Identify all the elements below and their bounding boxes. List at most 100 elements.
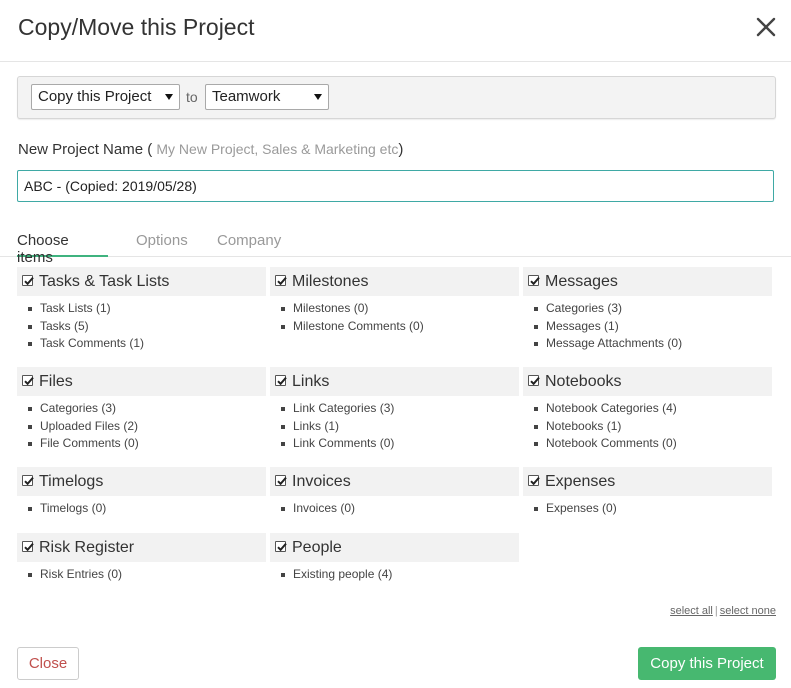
list-item: Risk Entries (0)	[17, 567, 266, 585]
section-title: Messages	[545, 273, 618, 290]
list-item: Notebooks (1)	[523, 419, 772, 437]
checkbox-checked-icon[interactable]	[528, 475, 540, 486]
checkbox-checked-icon[interactable]	[22, 541, 34, 552]
tab-company[interactable]: Company	[217, 232, 281, 257]
close-button[interactable]: Close	[17, 647, 79, 680]
section-title: Notebooks	[545, 373, 622, 390]
section-header[interactable]: Milestones	[270, 267, 519, 296]
tab-options[interactable]: Options	[136, 232, 188, 257]
section-header[interactable]: Notebooks	[523, 367, 772, 396]
list-item: Tasks (5)	[17, 319, 266, 337]
mode-select-value: Copy this Project	[38, 88, 152, 105]
section-item-list: Timelogs (0)	[17, 501, 266, 519]
list-item: Task Comments (1)	[17, 336, 266, 354]
checkbox-checked-icon[interactable]	[275, 275, 287, 286]
section-item-list: Risk Entries (0)	[17, 567, 266, 585]
section-item-list: Milestones (0) Milestone Comments (0)	[270, 301, 519, 336]
target-select-value: Teamwork	[212, 88, 281, 105]
section-item-list: Link Categories (3) Links (1) Link Comment…	[270, 401, 519, 454]
list-item: Invoices (0)	[270, 501, 519, 519]
section-header[interactable]: People	[270, 533, 519, 562]
section-item-list: Notebook Categories (4) Notebooks (1) Note…	[523, 401, 772, 454]
section-header[interactable]: Risk Register	[17, 533, 266, 562]
checkbox-checked-icon[interactable]	[528, 275, 540, 286]
list-item: Milestone Comments (0)	[270, 319, 519, 337]
section-title: Risk Register	[39, 539, 135, 556]
section-title: Timelogs	[39, 473, 104, 490]
dialog-header: Copy/Move this Project	[0, 0, 791, 62]
section-risk-register: Risk Register Risk Entries (0)	[17, 533, 266, 585]
list-item: Link Comments (0)	[270, 436, 519, 454]
project-name-label: New Project Name ( My New Project, Sales…	[18, 141, 403, 158]
selection-separator: |	[714, 605, 718, 617]
checkbox-checked-icon[interactable]	[275, 475, 287, 486]
list-item: Notebook Categories (4)	[523, 401, 772, 419]
section-tasks-task-lists: Tasks & Task Lists Task Lists (1) Tasks (5…	[17, 267, 266, 354]
list-item: Messages (1)	[523, 319, 772, 337]
list-item: Categories (3)	[523, 301, 772, 319]
list-item: Milestones (0)	[270, 301, 519, 319]
chevron-down-icon	[165, 94, 173, 100]
list-item: Links (1)	[270, 419, 519, 437]
section-title: Links	[292, 373, 330, 390]
section-title: Tasks & Task Lists	[39, 273, 170, 290]
section-item-list: Task Lists (1) Tasks (5) Task Comments (1)	[17, 301, 266, 354]
section-item-list: Invoices (0)	[270, 501, 519, 519]
checkbox-checked-icon[interactable]	[528, 375, 540, 386]
section-header[interactable]: Expenses	[523, 467, 772, 496]
project-name-input[interactable]	[17, 170, 774, 202]
checkbox-checked-icon[interactable]	[275, 541, 287, 552]
checkbox-checked-icon[interactable]	[275, 375, 287, 386]
section-invoices: Invoices Invoices (0)	[270, 467, 519, 519]
section-timelogs: Timelogs Timelogs (0)	[17, 467, 266, 519]
section-people: People Existing people (4)	[270, 533, 519, 585]
list-item: Message Attachments (0)	[523, 336, 772, 354]
list-item: File Comments (0)	[17, 436, 266, 454]
close-icon[interactable]	[755, 13, 777, 39]
list-item: Notebook Comments (0)	[523, 436, 772, 454]
checkbox-checked-icon[interactable]	[22, 475, 34, 486]
section-header[interactable]: Timelogs	[17, 467, 266, 496]
section-header[interactable]: Invoices	[270, 467, 519, 496]
section-item-list: Expenses (0)	[523, 501, 772, 519]
section-title: Expenses	[545, 473, 616, 490]
to-label: to	[186, 89, 198, 105]
section-header[interactable]: Messages	[523, 267, 772, 296]
section-milestones: Milestones Milestones (0) Milestone Commen…	[270, 267, 519, 336]
section-header[interactable]: Links	[270, 367, 519, 396]
section-title: Milestones	[292, 273, 369, 290]
section-item-list: Categories (3) Messages (1) Message Attach…	[523, 301, 772, 354]
section-links: Links Link Categories (3) Links (1) Link Co…	[270, 367, 519, 454]
project-name-hint: My New Project, Sales & Marketing etc	[156, 141, 399, 157]
section-messages: Messages Categories (3) Messages (1) Messag…	[523, 267, 772, 354]
list-item: Timelogs (0)	[17, 501, 266, 519]
section-files: Files Categories (3) Uploaded Files (2) Fil…	[17, 367, 266, 454]
list-item: Task Lists (1)	[17, 301, 266, 319]
list-item: Categories (3)	[17, 401, 266, 419]
project-name-label-close: )	[398, 141, 404, 158]
tab-choose-items[interactable]: Choose items	[17, 232, 108, 266]
checkbox-checked-icon[interactable]	[22, 375, 34, 386]
select-all-link[interactable]: select all	[670, 605, 713, 617]
list-item: Link Categories (3)	[270, 401, 519, 419]
section-notebooks: Notebooks Notebook Categories (4) Notebook…	[523, 367, 772, 454]
list-item: Existing people (4)	[270, 567, 519, 585]
chevron-down-icon	[314, 94, 322, 100]
mode-select[interactable]: Copy this Project	[31, 84, 180, 110]
section-header[interactable]: Tasks & Task Lists	[17, 267, 266, 296]
target-select[interactable]: Teamwork	[205, 84, 329, 110]
select-none-link[interactable]: select none	[720, 605, 776, 617]
section-expenses: Expenses Expenses (0)	[523, 467, 772, 519]
section-item-list: Existing people (4)	[270, 567, 519, 585]
section-item-list: Categories (3) Uploaded Files (2) File Com…	[17, 401, 266, 454]
section-title: Invoices	[292, 473, 351, 490]
section-title: Files	[39, 373, 73, 390]
section-header[interactable]: Files	[17, 367, 266, 396]
section-title: People	[292, 539, 342, 556]
tab-bar: Choose items Options Company	[0, 228, 791, 266]
copy-project-button[interactable]: Copy this Project	[638, 647, 776, 680]
dialog-title: Copy/Move this Project	[18, 14, 255, 40]
copy-move-toolbar: Copy this Project to Teamwork	[17, 76, 776, 119]
checkbox-checked-icon[interactable]	[22, 275, 34, 286]
list-item: Uploaded Files (2)	[17, 419, 266, 437]
